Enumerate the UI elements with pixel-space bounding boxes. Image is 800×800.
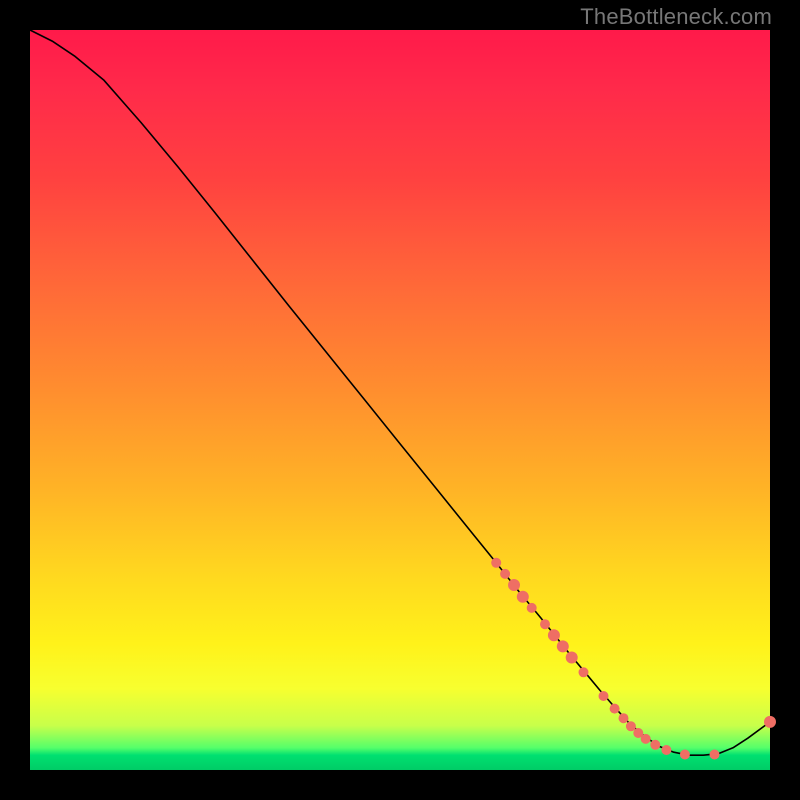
curve-marker <box>527 603 537 613</box>
curve-marker <box>661 745 671 755</box>
curve-marker <box>650 740 660 750</box>
curve-marker <box>641 734 651 744</box>
curve-marker <box>710 750 720 760</box>
curve-marker <box>680 750 690 760</box>
curve-marker <box>548 629 560 641</box>
curve-marker <box>500 569 510 579</box>
curve-marker <box>579 667 589 677</box>
curve-marker <box>619 713 629 723</box>
watermark-text: TheBottleneck.com <box>580 4 772 30</box>
curve-marker <box>517 591 529 603</box>
curve-marker <box>508 579 520 591</box>
chart-svg <box>30 30 770 770</box>
curve-line <box>30 30 770 755</box>
plot-area <box>30 30 770 770</box>
curve-marker <box>566 652 578 664</box>
curve-marker <box>491 558 501 568</box>
curve-marker <box>540 619 550 629</box>
curve-marker <box>599 691 609 701</box>
chart-stage: TheBottleneck.com <box>0 0 800 800</box>
curve-marker <box>626 721 636 731</box>
curve-markers <box>491 558 776 760</box>
curve-marker <box>764 716 776 728</box>
curve-marker <box>610 704 620 714</box>
curve-marker <box>557 640 569 652</box>
